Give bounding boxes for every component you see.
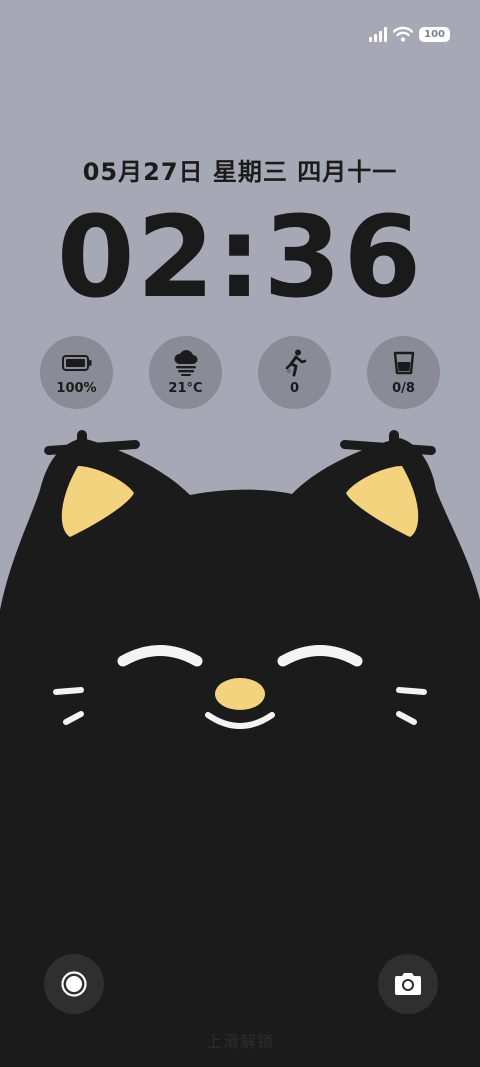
weather-widget[interactable]: 21°C [149, 336, 222, 409]
water-glass-icon [393, 351, 414, 375]
battery-icon [61, 355, 91, 371]
camera-icon [395, 973, 421, 995]
wifi-icon [393, 26, 414, 42]
steps-widget-value: 0 [289, 381, 300, 396]
battery-widget-value: 100% [56, 381, 97, 396]
water-widget[interactable]: 0/8 [367, 336, 440, 409]
battery-widget[interactable]: 100% [40, 336, 113, 409]
swipe-up-unlock-hint: 上滑解锁 [205, 1032, 274, 1051]
running-person-icon [285, 349, 306, 377]
left-shortcut-button[interactable] [44, 954, 104, 1014]
weather-widget-value: 21°C [168, 381, 203, 396]
cat-nose [215, 678, 265, 710]
camera-shortcut-button[interactable] [378, 954, 438, 1014]
circle-shortcut-icon [61, 971, 87, 997]
fog-cloud-icon [173, 350, 197, 376]
steps-widget[interactable]: 0 [258, 336, 331, 409]
water-widget-value: 0/8 [392, 381, 415, 396]
cellular-signal-icon [369, 26, 388, 42]
status-battery-indicator: 100 [419, 26, 450, 42]
status-bar: 100 [369, 22, 450, 46]
lockscreen-clock: 02:36 [56, 193, 424, 323]
widget-row: 100% 21°C 0 0/8 [40, 336, 440, 409]
lockscreen-date: 05月27日 星期三 四月十一 [82, 158, 398, 186]
